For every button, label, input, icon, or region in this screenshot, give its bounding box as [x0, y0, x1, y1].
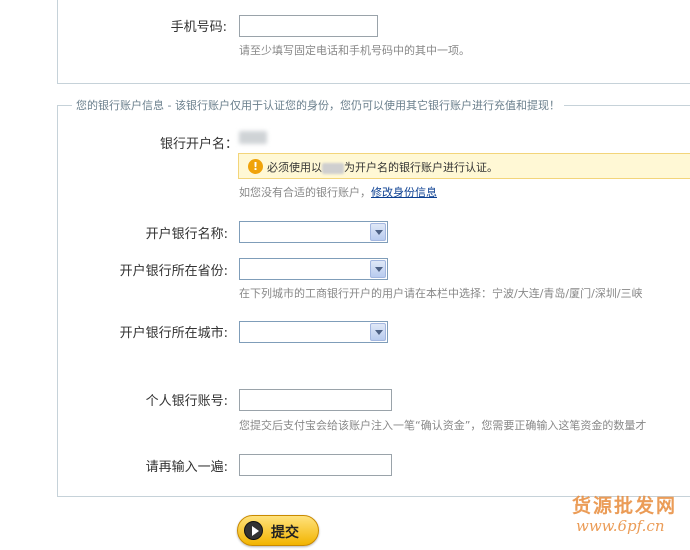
province-select[interactable] — [239, 258, 388, 280]
province-hint: 在下列城市的工商银行开户的用户请在本栏中选择：宁波/大连/青岛/厦门/深圳/三峡 — [239, 287, 643, 300]
account-name-label: 银行开户名： — [159, 137, 238, 152]
notice-suffix: 为开户名的银行账户进行认证。 — [344, 161, 498, 174]
watermark-logo: 货源批发网 — [572, 495, 678, 517]
account-number-hint: 您提交后支付宝会给该账户注入一笔“确认资金”，您需要正确输入这笔资金的数量才 — [239, 419, 647, 432]
watermark-url: www.6pf.cn — [576, 517, 665, 535]
confirm-account-input[interactable] — [239, 454, 392, 476]
province-label: 开户银行所在省份: — [119, 264, 228, 279]
phone-hint: 请至少填写固定电话和手机号码中的其中一项。 — [239, 44, 470, 57]
account-name-value — [239, 131, 267, 144]
phone-input[interactable] — [239, 15, 378, 37]
submit-label: 提交 — [271, 525, 299, 541]
notice-prefix: 必须使用以 — [267, 161, 322, 174]
bank-section-legend: 您的银行账户信息 - 该银行账户仅用于认证您的身份，您仍可以使用其它银行账户进行… — [72, 97, 564, 113]
submit-button[interactable]: 提交 — [237, 515, 319, 546]
modify-identity-link[interactable]: 修改身份信息 — [371, 186, 437, 199]
account-number-label: 个人银行账号: — [145, 394, 228, 409]
warning-icon: ! — [248, 159, 263, 174]
blurred-name — [322, 162, 344, 174]
bank-name-select[interactable] — [239, 221, 388, 243]
play-icon — [244, 521, 263, 540]
notice-text: 必须使用以 为开户名的银行账户进行认证。 — [267, 159, 498, 175]
no-account-text: 如您没有合适的银行账户， — [239, 186, 371, 199]
chevron-down-icon[interactable] — [370, 223, 386, 241]
bank-name-label: 开户银行名称: — [145, 227, 228, 242]
city-label: 开户银行所在城市: — [119, 326, 228, 341]
city-select[interactable] — [239, 321, 388, 343]
confirm-account-label: 请再输入一遍: — [145, 460, 228, 475]
chevron-down-icon[interactable] — [370, 323, 386, 341]
account-number-input[interactable] — [239, 389, 392, 411]
verification-notice: ! 必须使用以 为开户名的银行账户进行认证。 — [238, 153, 690, 179]
phone-label: 手机号码: — [170, 20, 227, 35]
chevron-down-icon[interactable] — [370, 260, 386, 278]
no-account-hint: 如您没有合适的银行账户，修改身份信息 — [239, 184, 437, 200]
